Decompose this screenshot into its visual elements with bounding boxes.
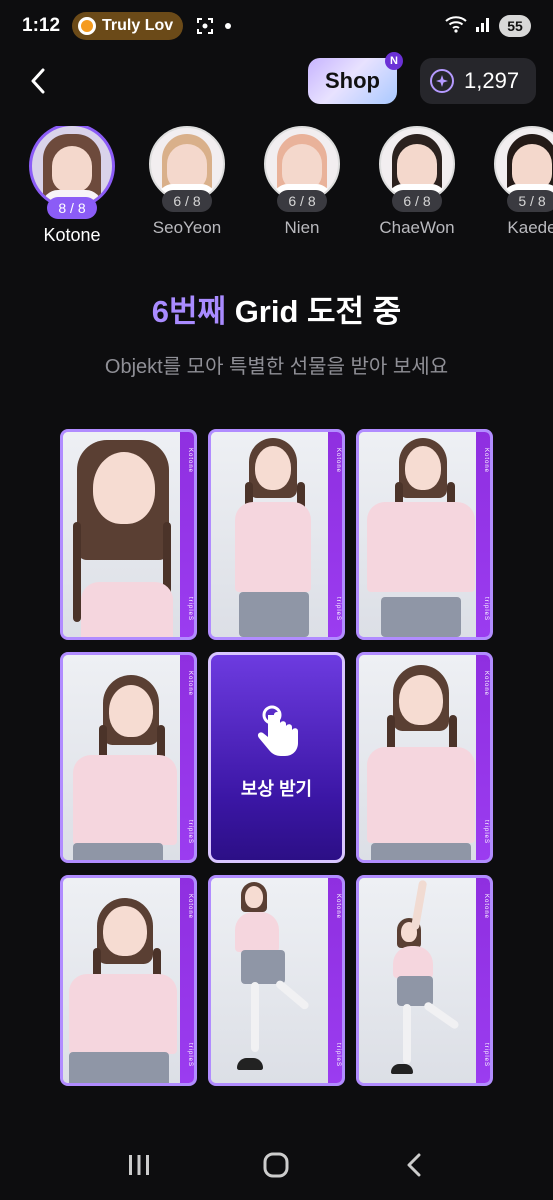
- claim-reward-label: 보상 받기: [240, 778, 313, 799]
- member-name: SeoYeon: [152, 218, 222, 237]
- challenge-subtitle: Objekt를 모아 특별한 선물을 받아 보세요: [104, 356, 449, 378]
- chevron-left-icon: [31, 68, 45, 94]
- status-right: 55: [445, 15, 531, 38]
- objekt-card[interactable]: Kotone tripleS: [60, 652, 197, 863]
- member-progress-badge: 5 / 8: [507, 190, 553, 212]
- claim-reward-button[interactable]: 보상 받기: [208, 652, 345, 863]
- new-badge: N: [385, 52, 403, 70]
- member-name: Kotone: [43, 225, 101, 245]
- app-pill-label: Truly Lov: [102, 17, 174, 34]
- back-button[interactable]: [22, 64, 54, 98]
- objekt-card[interactable]: Kotone tripleS: [60, 875, 197, 1086]
- app-icon: [78, 17, 97, 35]
- member-chaewon[interactable]: 6 / 8 ChaeWon: [362, 126, 472, 238]
- member-seoyeon[interactable]: 6 / 8 SeoYeon: [132, 126, 242, 238]
- recent-apps-button[interactable]: [119, 1145, 159, 1185]
- objekt-card[interactable]: Kotone tripleS: [356, 429, 493, 640]
- objekt-photo: [359, 655, 476, 860]
- member-kaede[interactable]: 5 / 8 Kaede: [477, 126, 553, 238]
- app-status-pill[interactable]: Truly Lov: [72, 12, 184, 40]
- objekt-photo: [63, 655, 180, 860]
- member-nien[interactable]: 6 / 8 Nien: [247, 126, 357, 238]
- home-icon: [263, 1152, 289, 1178]
- member-name: ChaeWon: [379, 218, 455, 237]
- objekt-card[interactable]: Kotone tripleS: [356, 875, 493, 1086]
- member-progress-badge: 6 / 8: [162, 190, 212, 212]
- wifi-icon: [445, 15, 467, 38]
- signal-icon: [475, 16, 491, 37]
- objekt-photo: [359, 432, 476, 637]
- system-nav-bar: [0, 1130, 553, 1200]
- member-selector: 8 / 8 Kotone 6 / 8 SeoYeon 6 / 8 Nien 6 …: [0, 126, 553, 254]
- objekt-card[interactable]: Kotone tripleS: [208, 429, 345, 640]
- objekt-photo: [211, 878, 328, 1083]
- recents-icon: [128, 1155, 149, 1175]
- objekt-photo: [63, 878, 180, 1083]
- challenge-title: 6번째 Grid 도전 중: [0, 286, 553, 331]
- objekt-card[interactable]: Kotone tripleS: [208, 875, 345, 1086]
- system-back-button[interactable]: [394, 1145, 434, 1185]
- member-name: Kaede: [507, 218, 553, 237]
- tap-hand-icon: [257, 705, 298, 756]
- objekt-card[interactable]: Kotone tripleS: [356, 652, 493, 863]
- objekt-card[interactable]: Kotone tripleS: [60, 429, 197, 640]
- notification-dot-icon: [225, 23, 232, 29]
- coin-icon: [430, 69, 454, 93]
- battery-indicator: 55: [499, 15, 531, 37]
- member-kotone[interactable]: 8 / 8 Kotone: [17, 126, 127, 246]
- member-progress-badge: 8 / 8: [47, 197, 97, 219]
- objekt-photo: [211, 432, 328, 637]
- home-button[interactable]: [256, 1145, 296, 1185]
- status-time: 1:12: [22, 15, 61, 36]
- challenge-title-text: Grid 도전 중: [226, 294, 402, 329]
- coin-value: 1,297: [464, 68, 520, 93]
- status-bar: 1:12 Truly Lov 55: [0, 0, 553, 52]
- coin-balance[interactable]: 1,297: [420, 58, 536, 104]
- chevron-left-icon: [407, 1153, 421, 1177]
- challenge-round: 6번째: [151, 294, 227, 329]
- member-name: Nien: [284, 218, 320, 237]
- objekt-photo: [359, 878, 476, 1083]
- member-progress-badge: 6 / 8: [277, 190, 327, 212]
- shop-button[interactable]: Shop: [308, 58, 397, 104]
- screenshot-icon: [195, 16, 215, 36]
- objekt-grid: Kotone tripleS Kotone tripleS Kotone triple…: [60, 429, 494, 1087]
- objekt-photo: [63, 432, 180, 637]
- member-progress-badge: 6 / 8: [392, 190, 442, 212]
